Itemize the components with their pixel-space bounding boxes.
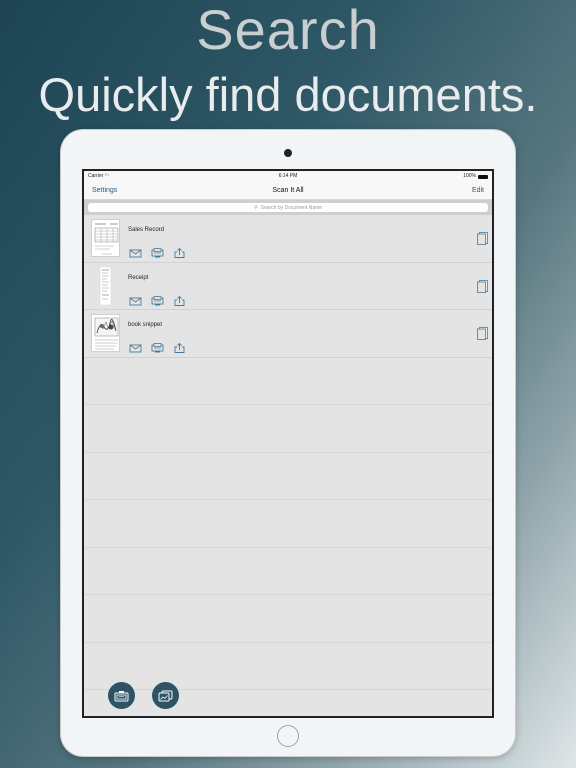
empty-row [84,595,492,643]
search-placeholder: Search by Document Name [260,204,323,211]
document-name: Receipt [128,274,149,281]
search-bar: ⚲ Search by Document Name [84,200,492,215]
pages-icon[interactable] [477,232,488,245]
promo-subtitle: Quickly find documents. [38,68,538,121]
share-icon[interactable] [173,295,186,306]
promo-title: Search [196,0,380,61]
navigation-bar: Settings Scan It All Edit [84,182,492,200]
app-screen: Carrier ◠ 6:14 PM 100% Settings Scan It … [82,169,494,718]
camera-scan-icon [114,690,129,701]
status-time: 6:14 PM [278,173,298,179]
status-bar: Carrier ◠ 6:14 PM 100% [84,171,492,182]
document-row[interactable]: book snippet [84,310,492,358]
document-list: Sales Record Receipt book snippet [84,215,492,690]
search-icon: ⚲ [253,204,258,211]
share-icon[interactable] [173,343,186,353]
battery-icon [478,174,488,179]
document-row[interactable]: Receipt [84,262,492,310]
mail-icon[interactable] [129,248,142,258]
fax-icon[interactable] [151,295,164,306]
document-name: Sales Record [128,227,165,233]
fax-icon[interactable] [151,343,164,353]
empty-row [84,358,492,405]
photo-import-icon [158,690,173,701]
mail-icon[interactable] [129,343,142,353]
empty-row [84,500,492,548]
empty-row [84,453,492,500]
empty-row [84,405,492,453]
document-thumbnail [91,266,120,305]
edit-button[interactable]: Edit [472,182,484,200]
app-title: Scan It All [272,187,304,194]
empty-row [84,548,492,595]
battery-percent: 100% [463,173,476,179]
pages-icon[interactable] [477,327,488,340]
photo-import-button[interactable] [152,682,179,709]
document-actions [129,343,186,353]
document-actions [129,248,186,258]
search-input[interactable]: ⚲ Search by Document Name [88,203,488,212]
document-thumbnail [91,219,120,257]
tablet-camera [284,149,292,157]
pages-icon[interactable] [477,279,488,293]
document-actions [129,295,186,306]
home-button[interactable] [277,725,299,747]
document-row[interactable]: Sales Record [84,215,492,263]
empty-row [84,643,492,690]
fax-icon[interactable] [151,248,164,258]
share-icon[interactable] [173,248,186,258]
camera-scan-button[interactable] [108,682,135,709]
document-name: book snippet [128,322,163,328]
mail-icon[interactable] [129,296,142,306]
battery-indicator: 100% [463,171,488,182]
document-thumbnail [91,314,120,352]
